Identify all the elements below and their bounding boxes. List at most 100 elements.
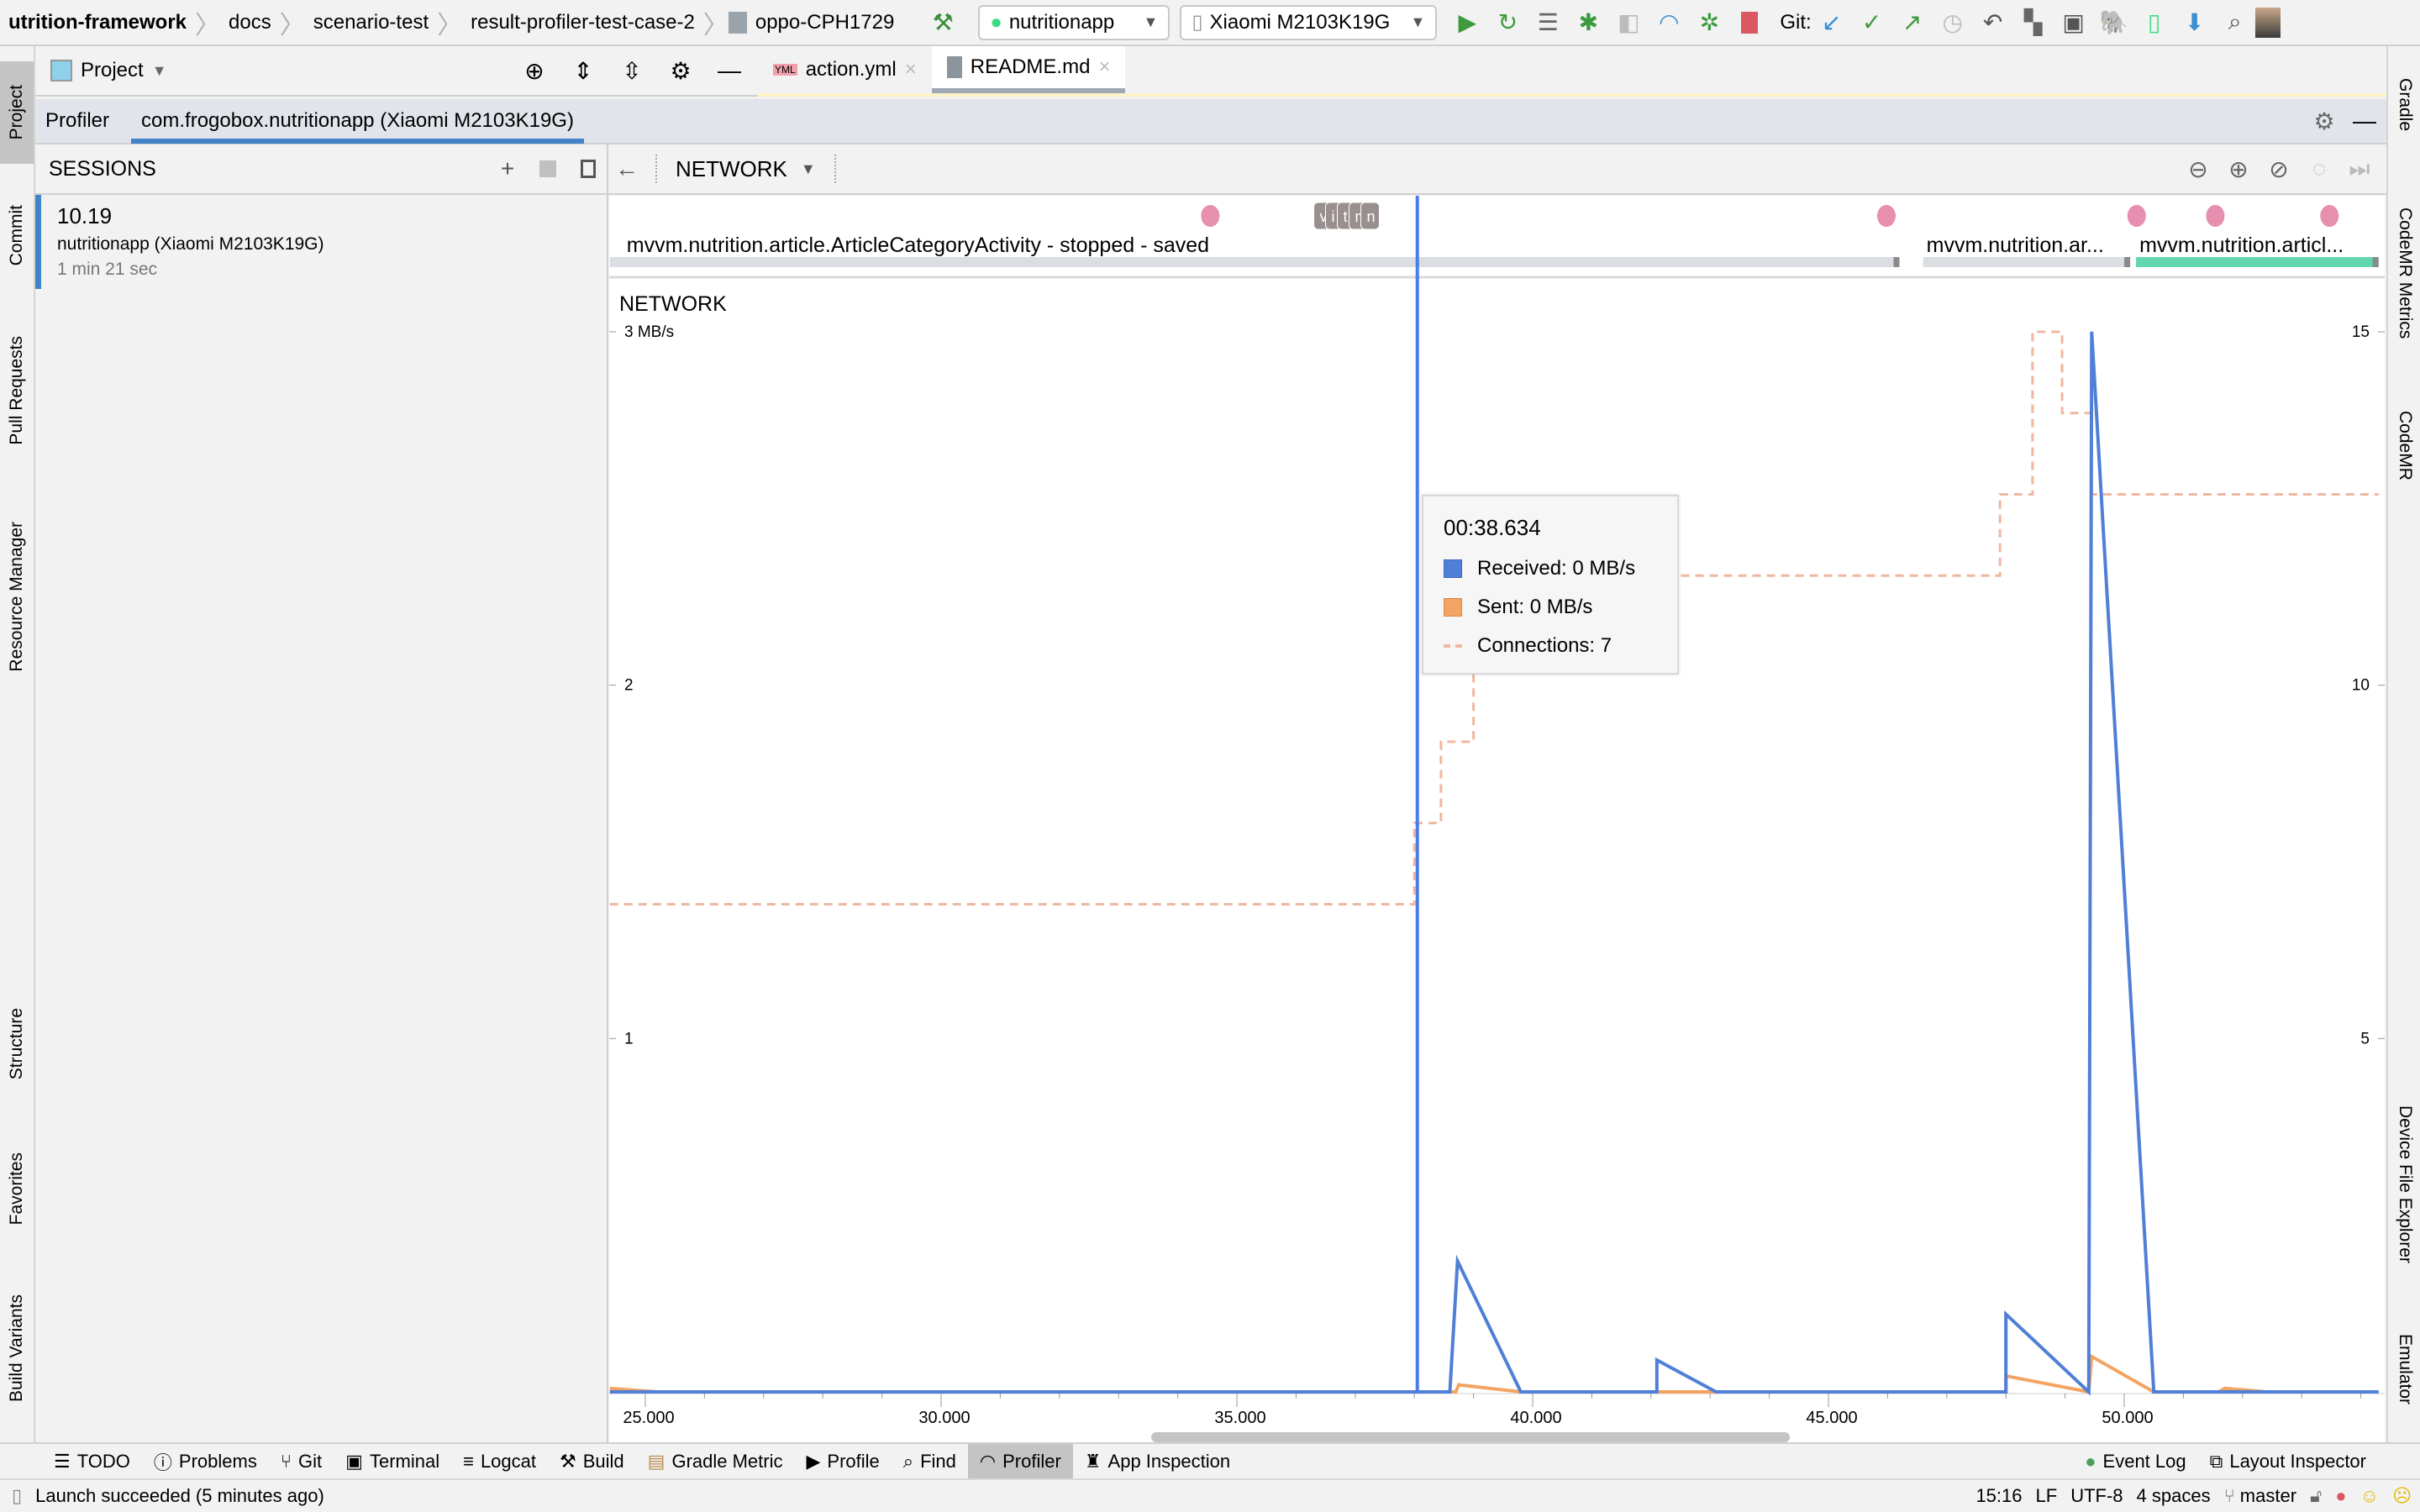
tool-git[interactable]: ⑂ Git — [269, 1444, 334, 1478]
horizontal-scrollbar[interactable] — [1151, 1432, 1790, 1442]
breadcrumb-result-profiler[interactable]: result-profiler-test-case-2 — [462, 11, 703, 34]
tool-gradle-metric[interactable]: ▤ Gradle Metric — [636, 1444, 795, 1478]
touch-event-dot — [2320, 205, 2339, 227]
go-live-icon[interactable]: ⏭ — [2344, 154, 2375, 184]
collapse-all-icon[interactable]: ⇳ — [617, 55, 647, 86]
status-branch[interactable]: master — [2240, 1485, 2296, 1507]
back-arrow-icon[interactable]: ← — [612, 154, 642, 184]
tool-tab-resource-manager[interactable]: Resource Manager — [0, 500, 34, 693]
status-indent[interactable]: 4 spaces — [2137, 1485, 2211, 1507]
tool-find[interactable]: ⌕ Find — [892, 1444, 968, 1478]
project-structure-icon[interactable]: ▚ — [2018, 8, 2049, 38]
activity-label: mvvm.nutrition.article.ArticleCategoryAc… — [627, 234, 1209, 257]
chevron-down-icon[interactable]: ▼ — [152, 62, 167, 80]
tool-tab-emulator[interactable]: Emulator — [2388, 1315, 2420, 1424]
stop-icon[interactable] — [1734, 8, 1765, 38]
zoom-out-icon[interactable]: ⊖ — [2183, 154, 2213, 184]
run-icon[interactable]: ▶ — [1452, 8, 1482, 38]
git-commit-icon[interactable]: ✓ — [1857, 8, 1887, 38]
attach-debugger-icon[interactable]: ✲ — [1694, 8, 1724, 38]
tool-problems[interactable]: ⓘ Problems — [142, 1444, 269, 1478]
tool-build[interactable]: ⚒ Build — [548, 1444, 636, 1478]
add-session-icon[interactable]: + — [492, 154, 523, 184]
breadcrumb-oppo[interactable]: oppo-CPH1729 — [747, 11, 902, 34]
breadcrumb-project[interactable]: utrition-framework — [0, 11, 195, 34]
tool-tab-structure[interactable]: Structure — [0, 987, 34, 1100]
minimize-icon[interactable]: — — [2349, 106, 2380, 136]
locate-icon[interactable]: ⊕ — [519, 55, 550, 86]
device-manager-icon[interactable]: ▯ — [2139, 8, 2170, 38]
breadcrumb-scenario-test[interactable]: scenario-test — [305, 11, 437, 34]
zoom-to-selection-icon[interactable]: ◌ — [2304, 154, 2334, 184]
status-caret-position[interactable]: 15:16 — [1975, 1485, 2022, 1507]
lock-icon[interactable]: 🔓︎ — [2310, 1485, 2322, 1507]
tool-tab-gradle[interactable]: Gradle — [2388, 55, 2420, 155]
network-chart[interactable]: vitmnmvvm.nutrition.article.ArticleCateg… — [609, 196, 2385, 1442]
profiler-type-select[interactable]: NETWORK — [676, 156, 787, 182]
gear-icon[interactable]: ⚙ — [666, 55, 696, 86]
apply-changes-icon[interactable]: ↻ — [1492, 8, 1523, 38]
zoom-in-icon[interactable]: ⊕ — [2223, 154, 2254, 184]
tool-app-inspection[interactable]: ♜ App Inspection — [1073, 1444, 1242, 1478]
close-icon[interactable]: × — [1098, 55, 1110, 79]
reset-zoom-icon[interactable]: ⊘ — [2264, 154, 2294, 184]
apply-code-changes-icon[interactable]: ☰ — [1533, 8, 1563, 38]
tool-tab-project[interactable]: Project — [0, 61, 34, 164]
y-right-tick-label: 15 — [2352, 323, 2370, 341]
user-avatar[interactable] — [2254, 7, 2281, 38]
close-icon[interactable]: × — [905, 58, 917, 81]
tab-action-yml[interactable]: YML action.yml × — [758, 46, 932, 93]
git-update-icon[interactable]: ↙ — [1817, 8, 1847, 38]
tool-tab-pull-requests[interactable]: Pull Requests — [0, 315, 34, 466]
tool-terminal[interactable]: ▣ Terminal — [334, 1444, 451, 1478]
yml-file-icon: YML — [773, 64, 797, 76]
tool-tab-build-variants[interactable]: Build Variants — [0, 1273, 34, 1424]
right-tool-strip: Gradle CodeMR Metrics CodeMR Device File… — [2386, 46, 2420, 1442]
rollback-icon[interactable]: ↶ — [1978, 8, 2008, 38]
git-label: Git: — [1780, 10, 1812, 34]
y-right-tick-label: 10 — [2352, 677, 2370, 695]
tool-logcat[interactable]: ≡ Logcat — [451, 1444, 548, 1478]
tool-tab-favorites[interactable]: Favorites — [0, 1134, 34, 1243]
gear-icon[interactable]: ⚙ — [2309, 106, 2339, 136]
smile-icon[interactable]: ☺ — [2360, 1485, 2379, 1507]
status-line-separator[interactable]: LF — [2036, 1485, 2058, 1507]
feedback-icon[interactable]: ☹ — [2392, 1485, 2412, 1507]
tool-event-log[interactable]: ● Event Log — [2073, 1444, 2197, 1478]
profiler-session-tab[interactable]: com.frogobox.nutritionapp (Xiaomi M2103K… — [131, 98, 584, 144]
debug-icon[interactable]: ✱ — [1573, 8, 1603, 38]
coverage-icon[interactable]: ◧ — [1613, 8, 1644, 38]
tool-profiler[interactable]: ◠ Profiler — [967, 1444, 1073, 1478]
tool-tab-device-file-explorer[interactable]: Device File Explorer — [2388, 1088, 2420, 1281]
search-icon[interactable]: ⌕ — [2220, 8, 2250, 38]
status-message[interactable]: Launch succeeded (5 minutes ago) — [35, 1485, 324, 1507]
tab-readme-md[interactable]: README.md × — [931, 46, 1126, 93]
breadcrumb-docs[interactable]: docs — [220, 11, 280, 34]
avd-manager-icon[interactable]: ▣ — [2059, 8, 2089, 38]
run-config-select[interactable]: ● nutritionapp ▼ — [978, 4, 1171, 40]
gradle-sync-icon[interactable]: 🐘 — [2099, 8, 2129, 38]
git-push-icon[interactable]: ↗ — [1897, 8, 1928, 38]
sessions-header: SESSIONS + — [35, 144, 607, 195]
minimize-icon[interactable]: — — [714, 55, 744, 86]
layout-inspector-icon: ⧉ — [2209, 1450, 2223, 1472]
tool-tab-codemr[interactable]: CodeMR — [2388, 391, 2420, 500]
session-item[interactable]: 10.19 nutritionapp (Xiaomi M2103K19G) 1 … — [35, 195, 607, 292]
sdk-manager-icon[interactable]: ⬇ — [2180, 8, 2210, 38]
error-icon[interactable]: ● — [2335, 1485, 2346, 1507]
chevron-down-icon[interactable]: ▼ — [801, 160, 816, 178]
expand-all-icon[interactable]: ⇕ — [568, 55, 598, 86]
project-view-select[interactable]: Project — [81, 59, 144, 82]
tool-tab-commit[interactable]: Commit — [0, 185, 34, 286]
collapse-sessions-icon[interactable] — [573, 154, 603, 184]
profile-icon[interactable]: ◠ — [1654, 8, 1684, 38]
tool-tab-codemr-metrics[interactable]: CodeMR Metrics — [2388, 185, 2420, 361]
build-hammer-icon[interactable]: ⚒ — [928, 8, 958, 38]
tool-todo[interactable]: ☰ TODO — [42, 1444, 142, 1478]
status-encoding[interactable]: UTF-8 — [2070, 1485, 2123, 1507]
tool-profile[interactable]: ▶ Profile — [795, 1444, 892, 1478]
history-icon[interactable]: ◷ — [1938, 8, 1968, 38]
stop-session-icon[interactable] — [533, 154, 563, 184]
tool-layout-inspector[interactable]: ⧉ Layout Inspector — [2198, 1444, 2378, 1478]
device-select[interactable]: ▯ Xiaomi M2103K19G ▼ — [1180, 4, 1438, 40]
